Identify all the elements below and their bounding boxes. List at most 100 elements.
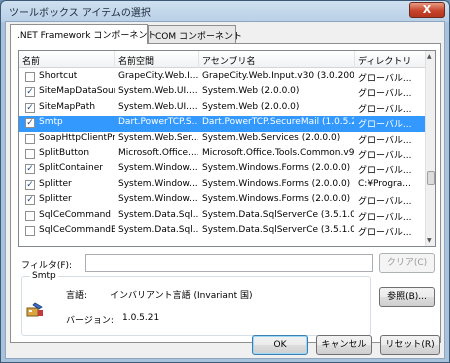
cell-namespace: Dart.PowerTCP.S... (118, 117, 198, 128)
cell-assembly: System.Web.Services (2.0.0.0) (202, 132, 341, 143)
dialog-window: ツールボックス アイテムの選択 X .NET Framework コンポーネント… (0, 0, 450, 363)
row-checkbox[interactable] (25, 149, 35, 159)
cell-assembly: System.Web (2.0.0.0) (202, 86, 300, 97)
tab-com-components[interactable]: COM コンポーネント (148, 25, 242, 43)
language-label: 言語: (66, 291, 88, 301)
tab-label: COM コンポーネント (155, 32, 242, 42)
cell-assembly: Microsoft.Office.Tools.Common.v9.0... (202, 148, 354, 158)
tab-label: .NET Framework コンポーネント (17, 31, 157, 41)
row-checkbox[interactable] (25, 72, 35, 82)
vertical-scrollbar[interactable]: ▲ ▼ (425, 51, 435, 246)
cell-namespace: System.Window... (118, 178, 198, 189)
tab-dotnet-components[interactable]: .NET Framework コンポーネント (10, 24, 156, 44)
table-row[interactable]: SoapHttpClientPro...System.Web.Ser... Sys… (19, 132, 425, 147)
row-checkbox[interactable] (25, 210, 35, 221)
row-checkbox[interactable]: ✓ (25, 102, 35, 113)
dialog-client: .NET Framework コンポーネント COM コンポーネント 名前 名前… (5, 21, 445, 359)
cell-directory: グローバル... (358, 166, 412, 177)
row-checkbox[interactable] (25, 133, 35, 144)
cell-namespace: System.Data.Sql... (118, 225, 198, 235)
filter-input[interactable] (85, 254, 373, 272)
row-checkbox[interactable]: ✓ (25, 179, 35, 190)
window-title: ツールボックス アイテムの選択 (9, 8, 151, 19)
tab-panel: 名前 名前空間 アセンブリ名 ディレクトリ Shortcut GrapeCity.… (10, 43, 441, 343)
cell-assembly: System.Windows.Forms (2.0.0.0) (202, 163, 351, 174)
checkmark-icon: ✓ (26, 195, 34, 206)
cell-assembly: System.Windows.Forms (2.0.0.0) (202, 178, 351, 189)
filter-label: フィルタ(F): (21, 261, 73, 271)
reset-button[interactable]: リセット(R) (380, 335, 440, 355)
cell-name: SqlCeCommandBu... (39, 225, 115, 235)
cell-assembly: System.Windows.Forms (2.0.0.0) (202, 194, 351, 205)
language-value: インバリアント言語 (Invariant 国) (110, 291, 253, 301)
table-row[interactable]: ✓ SplitContainer System.Window... System.Wi… (19, 162, 425, 177)
cell-assembly: System.Data.SqlServerCe (3.5.1.0) (202, 225, 354, 235)
cell-directory: グローバル... (358, 197, 412, 208)
cell-name: Shortcut (39, 71, 78, 81)
scroll-up-icon[interactable]: ▲ (427, 53, 432, 60)
cell-namespace: System.Web.UI.... (118, 86, 198, 97)
scroll-thumb[interactable] (427, 171, 435, 185)
cell-assembly: System.Web (2.0.0.0) (202, 101, 300, 112)
row-checkbox[interactable]: ✓ (25, 195, 35, 206)
cell-namespace: System.Window... (118, 163, 198, 174)
table-row[interactable]: SplitButton Microsoft.Office.... Microsoft… (19, 147, 425, 162)
cell-assembly: Dart.PowerTCP.SecureMail (1.0.5.21) (202, 117, 354, 128)
table-row[interactable]: SqlCeCommandBu...System.Data.Sql... Syste… (19, 224, 425, 239)
checkmark-icon: ✓ (26, 87, 34, 98)
cell-directory: グローバル... (358, 212, 412, 223)
row-checkbox[interactable]: ✓ (25, 118, 35, 129)
row-checkbox[interactable] (25, 226, 35, 236)
checkmark-icon: ✓ (26, 179, 34, 190)
table-row[interactable]: SqlCeCommand System.Data.Sql... System.Dat… (19, 209, 425, 224)
table-row[interactable]: ✓ Smtp Dart.PowerTCP.S... Dart.PowerTCP.Sec… (19, 116, 425, 132)
cell-directory: グローバル... (358, 120, 412, 131)
details-group-title: Smtp (30, 271, 58, 281)
title-bar[interactable]: ツールボックス アイテムの選択 X (1, 1, 449, 21)
cell-directory: グローバル... (358, 74, 412, 84)
row-checkbox[interactable]: ✓ (25, 164, 35, 175)
cell-name: SoapHttpClientPro... (39, 132, 115, 143)
table-row[interactable]: ✓ SiteMapDataSourceSystem.Web.UI.... Syste… (19, 85, 425, 100)
cell-directory: グローバル... (358, 104, 412, 115)
row-checkbox[interactable]: ✓ (25, 87, 35, 98)
cell-name: SiteMapPath (39, 101, 96, 112)
checkmark-icon: ✓ (26, 118, 34, 129)
cancel-button[interactable]: キャンセル (316, 335, 372, 355)
cell-name: Splitter (39, 178, 72, 189)
cell-namespace: Microsoft.Office.... (118, 148, 198, 158)
clear-button[interactable]: クリア(C) (379, 253, 435, 273)
cell-directory: グローバル... (358, 89, 412, 100)
table-row[interactable]: ✓ Splitter System.Window... System.Windows.… (19, 178, 425, 193)
cell-name: Splitter (39, 194, 72, 205)
table-row[interactable]: ✓ SiteMapPath System.Web.UI.... System.Web … (19, 101, 425, 116)
cell-namespace: System.Data.Sql... (118, 209, 198, 220)
column-header-name[interactable]: 名前 (19, 51, 115, 68)
table-row[interactable]: Shortcut GrapeCity.Web.I... GrapeCity.Web.… (19, 70, 425, 85)
cell-directory: グローバル... (358, 151, 412, 161)
cell-directory: グローバル... (358, 135, 412, 146)
cell-name: SqlCeCommand (39, 209, 112, 220)
cell-assembly: GrapeCity.Web.Input.v30 (3.0.2009.... (202, 71, 354, 81)
cell-directory: C:¥Progra... (358, 178, 411, 189)
version-label: バージョン: (66, 316, 114, 326)
cell-assembly: System.Data.SqlServerCe (3.5.1.0) (202, 209, 354, 220)
column-header-assembly[interactable]: アセンブリ名 (199, 51, 355, 68)
cell-name: SplitContainer (39, 163, 103, 174)
version-value: 1.0.5.21 (122, 313, 160, 323)
table-row[interactable]: ✓ Splitter System.Window... System.Windows.… (19, 193, 425, 208)
scroll-down-icon[interactable]: ▼ (427, 237, 432, 244)
ok-button[interactable]: OK (252, 335, 308, 355)
component-grid[interactable]: 名前 名前空間 アセンブリ名 ディレクトリ Shortcut GrapeCity.… (18, 50, 436, 247)
column-header-directory[interactable]: ディレクトリ (355, 51, 427, 68)
grid-header: 名前 名前空間 アセンブリ名 ディレクトリ (19, 51, 427, 68)
close-button[interactable]: X (409, 2, 445, 18)
cell-namespace: GrapeCity.Web.I... (118, 71, 198, 81)
column-header-namespace[interactable]: 名前空間 (115, 51, 199, 68)
cell-namespace: System.Window... (118, 194, 198, 205)
browse-button[interactable]: 参照(B)... (379, 287, 435, 307)
cell-directory: グローバル... (358, 228, 412, 238)
checkmark-icon: ✓ (26, 102, 34, 113)
cell-name: SiteMapDataSource (39, 86, 115, 97)
cell-name: SplitButton (39, 148, 90, 158)
